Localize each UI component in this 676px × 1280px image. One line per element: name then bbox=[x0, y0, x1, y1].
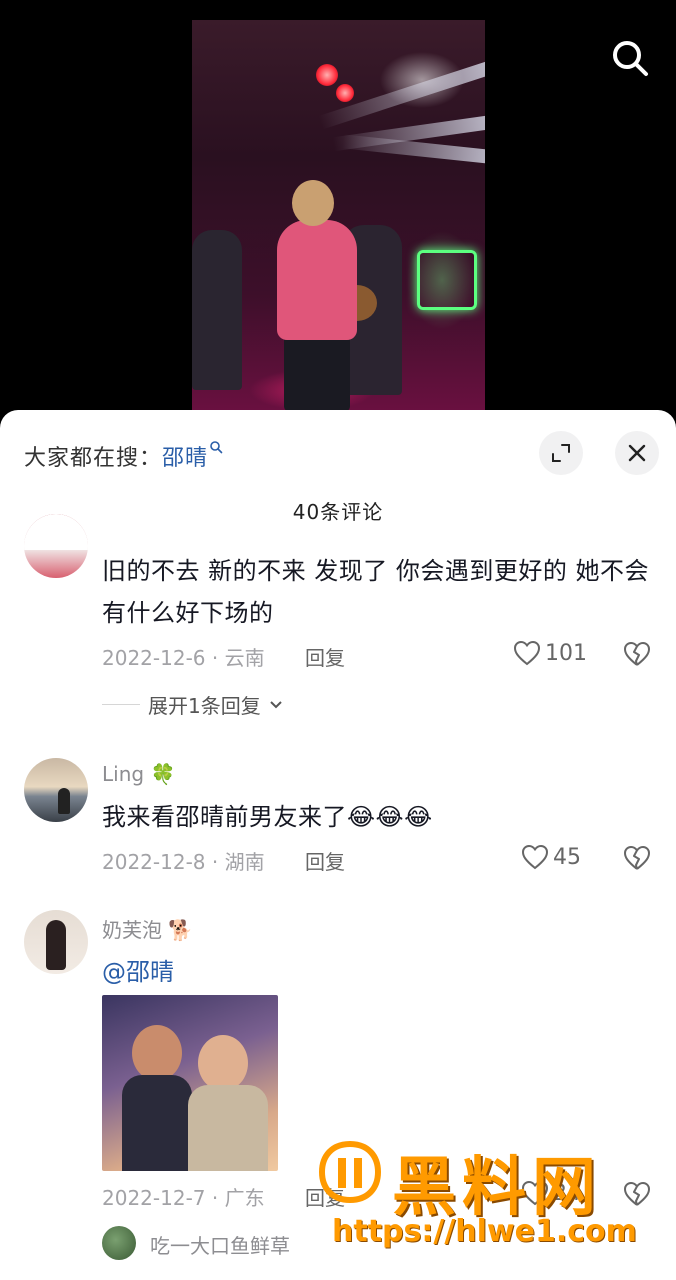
expand-replies-button[interactable]: 展开1条回复 bbox=[102, 690, 283, 719]
trending-search[interactable]: 大家都在搜：邵晴 bbox=[24, 440, 223, 472]
broken-heart-icon bbox=[624, 846, 650, 870]
watermark-logo bbox=[318, 1140, 382, 1204]
username-text: 奶芙泡 bbox=[102, 918, 162, 942]
comment-count: 40条评论 bbox=[292, 500, 384, 524]
username-text: Ling bbox=[102, 762, 145, 786]
username[interactable]: 奶芙泡 🐕 bbox=[102, 914, 193, 943]
dislike-button[interactable] bbox=[623, 1181, 651, 1209]
chevron-down-icon bbox=[270, 700, 282, 708]
comment-text-body: 我来看邵晴前男友来了 bbox=[102, 803, 347, 831]
heart-icon bbox=[521, 844, 549, 870]
stage-light bbox=[316, 64, 338, 86]
close-icon bbox=[628, 444, 646, 462]
dislike-button[interactable] bbox=[623, 641, 651, 669]
photo-person-body bbox=[122, 1075, 192, 1171]
expand-icon bbox=[552, 444, 570, 462]
photo-person-face bbox=[198, 1035, 248, 1091]
photo-person-body bbox=[188, 1085, 268, 1171]
singer-head bbox=[292, 180, 334, 226]
video-area bbox=[0, 0, 676, 430]
search-icon bbox=[613, 41, 648, 76]
avatar[interactable] bbox=[24, 758, 88, 822]
mention-link[interactable]: @邵晴 bbox=[102, 952, 174, 987]
video-player[interactable] bbox=[192, 20, 485, 412]
dog-icon: 🐕 bbox=[168, 918, 194, 942]
comment-text: 旧的不去 新的不来 发现了 你会遇到更好的 她不会有什么好下场的 bbox=[102, 557, 650, 627]
avatar[interactable] bbox=[24, 514, 88, 578]
reply-button[interactable]: 回复 bbox=[305, 846, 345, 875]
reply-button[interactable]: 回复 bbox=[305, 642, 345, 671]
username[interactable]: 吃一大口鱼鲜草 bbox=[150, 1230, 290, 1259]
search-icon bbox=[210, 441, 223, 454]
photo-person-face bbox=[132, 1025, 182, 1081]
singer-figure bbox=[277, 220, 357, 340]
clover-icon: 🍀 bbox=[150, 762, 176, 786]
broken-heart-icon bbox=[624, 642, 650, 666]
divider-line bbox=[102, 704, 140, 705]
watermark-url: https://hlwe1.com bbox=[332, 1214, 637, 1249]
expand-replies-label: 展开1条回复 bbox=[148, 694, 261, 718]
expand-button[interactable] bbox=[539, 431, 583, 475]
laughing-emoji-icon: 😂😂😂 bbox=[347, 803, 433, 831]
close-button[interactable] bbox=[615, 431, 659, 475]
stage-light bbox=[336, 84, 354, 102]
comment-meta: 2022-12-7 · 广东 bbox=[102, 1186, 265, 1210]
like-button[interactable]: 45 bbox=[521, 844, 581, 870]
singer-legs bbox=[284, 332, 350, 412]
comment-image[interactable] bbox=[102, 995, 278, 1171]
dislike-button[interactable] bbox=[623, 845, 651, 873]
heart-icon bbox=[513, 640, 541, 666]
neon-sign bbox=[417, 250, 477, 310]
trending-prefix: 大家都在搜： bbox=[24, 446, 163, 471]
avatar[interactable] bbox=[102, 1226, 136, 1260]
comment-meta: 2022-12-6 · 云南 bbox=[102, 646, 265, 670]
comment-meta: 2022-12-8 · 湖南 bbox=[102, 850, 265, 874]
search-button[interactable] bbox=[608, 36, 652, 80]
like-count: 101 bbox=[545, 640, 587, 666]
broken-heart-icon bbox=[624, 1182, 650, 1206]
trending-keyword[interactable]: 邵晴 bbox=[162, 446, 208, 471]
comment-text: 我来看邵晴前男友来了😂😂😂 bbox=[102, 796, 657, 838]
like-count: 45 bbox=[553, 844, 581, 870]
avatar[interactable] bbox=[24, 910, 88, 974]
like-button[interactable]: 101 bbox=[513, 640, 587, 666]
guitarist-figure bbox=[192, 230, 242, 390]
username[interactable]: Ling 🍀 bbox=[102, 762, 175, 786]
